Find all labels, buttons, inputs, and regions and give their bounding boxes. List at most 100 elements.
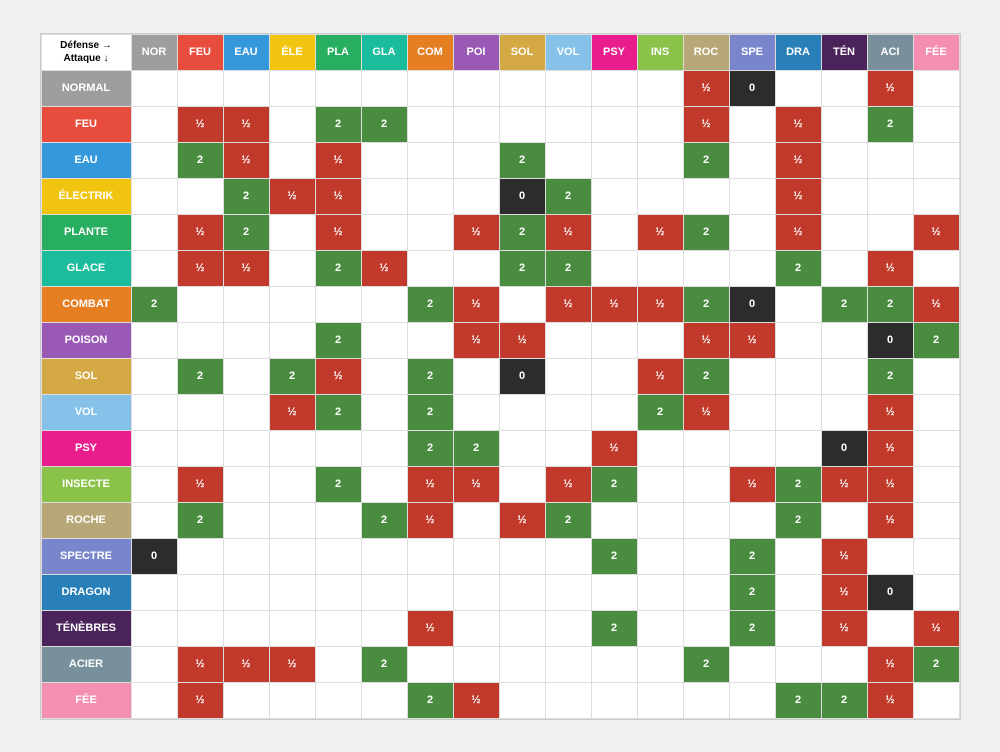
cell-14-8	[499, 574, 545, 610]
cell-16-15	[821, 646, 867, 682]
cell-9-7	[453, 394, 499, 430]
cell-10-9	[545, 430, 591, 466]
cell-3-4: ½	[315, 178, 361, 214]
cell-3-13	[729, 178, 775, 214]
cell-14-13: 2	[729, 574, 775, 610]
cell-1-3	[269, 106, 315, 142]
cell-1-0	[131, 106, 177, 142]
cell-11-5	[361, 466, 407, 502]
cell-9-9	[545, 394, 591, 430]
row-header-aci: ACIER	[41, 646, 131, 682]
cell-14-0	[131, 574, 177, 610]
col-header-vol: VOL	[545, 34, 591, 70]
table-row: PLANTE½2½½2½½2½½	[41, 214, 959, 250]
row-header-vol: VOL	[41, 394, 131, 430]
cell-0-15	[821, 70, 867, 106]
cell-3-14: ½	[775, 178, 821, 214]
cell-3-2: 2	[223, 178, 269, 214]
cell-17-13	[729, 682, 775, 718]
row-header-dra: DRAGON	[41, 574, 131, 610]
cell-7-1	[177, 322, 223, 358]
cell-13-3	[269, 538, 315, 574]
cell-17-14: 2	[775, 682, 821, 718]
cell-2-2: ½	[223, 142, 269, 178]
cell-12-7	[453, 502, 499, 538]
cell-1-6	[407, 106, 453, 142]
cell-16-6	[407, 646, 453, 682]
cell-5-3	[269, 250, 315, 286]
cell-0-13: 0	[729, 70, 775, 106]
cell-15-17: ½	[913, 610, 959, 646]
table-row: ÉLECTRIK2½½02½	[41, 178, 959, 214]
cell-6-11: ½	[637, 286, 683, 322]
cell-16-12: 2	[683, 646, 729, 682]
cell-14-10	[591, 574, 637, 610]
cell-3-12	[683, 178, 729, 214]
cell-1-11	[637, 106, 683, 142]
cell-6-10: ½	[591, 286, 637, 322]
cell-16-4	[315, 646, 361, 682]
cell-16-2: ½	[223, 646, 269, 682]
cell-1-1: ½	[177, 106, 223, 142]
row-header-pla: PLANTE	[41, 214, 131, 250]
row-header-poi: POISON	[41, 322, 131, 358]
cell-4-3	[269, 214, 315, 250]
cell-9-11: 2	[637, 394, 683, 430]
cell-16-10	[591, 646, 637, 682]
cell-12-17	[913, 502, 959, 538]
cell-16-3: ½	[269, 646, 315, 682]
cell-5-15	[821, 250, 867, 286]
cell-11-16: ½	[867, 466, 913, 502]
cell-6-14	[775, 286, 821, 322]
cell-5-17	[913, 250, 959, 286]
cell-5-16: ½	[867, 250, 913, 286]
cell-4-2: 2	[223, 214, 269, 250]
cell-7-13: ½	[729, 322, 775, 358]
cell-12-10	[591, 502, 637, 538]
table-row: DRAGON2½0	[41, 574, 959, 610]
cell-16-8	[499, 646, 545, 682]
cell-3-1	[177, 178, 223, 214]
cell-5-7	[453, 250, 499, 286]
col-header-com: COM	[407, 34, 453, 70]
col-header-ten: TÉN	[821, 34, 867, 70]
row-header-roc: ROCHE	[41, 502, 131, 538]
cell-14-16: 0	[867, 574, 913, 610]
row-header-ins: INSECTE	[41, 466, 131, 502]
cell-11-3	[269, 466, 315, 502]
cell-16-16: ½	[867, 646, 913, 682]
cell-9-13	[729, 394, 775, 430]
cell-4-17: ½	[913, 214, 959, 250]
cell-5-6	[407, 250, 453, 286]
cell-13-9	[545, 538, 591, 574]
cell-9-6: 2	[407, 394, 453, 430]
cell-0-1	[177, 70, 223, 106]
cell-16-1: ½	[177, 646, 223, 682]
cell-8-0	[131, 358, 177, 394]
cell-6-7: ½	[453, 286, 499, 322]
cell-17-9	[545, 682, 591, 718]
cell-6-17: ½	[913, 286, 959, 322]
table-row: POISON2½½½½02	[41, 322, 959, 358]
cell-9-15	[821, 394, 867, 430]
cell-6-13: 0	[729, 286, 775, 322]
cell-10-16: ½	[867, 430, 913, 466]
cell-1-9	[545, 106, 591, 142]
cell-0-5	[361, 70, 407, 106]
cell-10-7: 2	[453, 430, 499, 466]
table-row: PSY22½0½	[41, 430, 959, 466]
cell-3-17	[913, 178, 959, 214]
cell-9-14	[775, 394, 821, 430]
cell-12-8: ½	[499, 502, 545, 538]
cell-11-11	[637, 466, 683, 502]
cell-0-0	[131, 70, 177, 106]
cell-15-9	[545, 610, 591, 646]
cell-13-4	[315, 538, 361, 574]
col-header-sol: SOL	[499, 34, 545, 70]
cell-16-5: 2	[361, 646, 407, 682]
cell-2-3	[269, 142, 315, 178]
cell-17-11	[637, 682, 683, 718]
cell-4-11: ½	[637, 214, 683, 250]
type-chart-table: Défense → Attaque ↓ NORFEUEAUÉLEPLAGLACO…	[41, 34, 960, 719]
cell-3-3: ½	[269, 178, 315, 214]
